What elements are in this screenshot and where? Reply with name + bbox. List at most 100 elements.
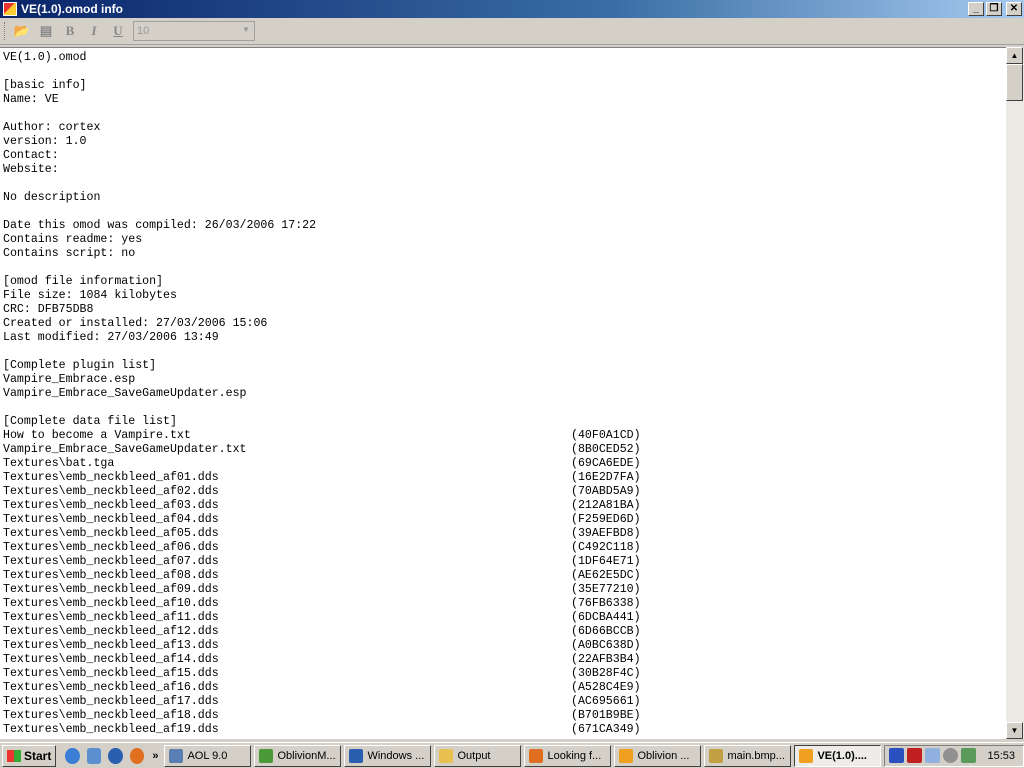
file-name: Textures\emb_neckbleed_af01.dds xyxy=(3,471,219,484)
file-row: Textures\emb_neckbleed_af08.dds (AE62E5DC… xyxy=(3,569,1006,583)
close-button[interactable]: ✕ xyxy=(1006,2,1022,16)
file-crc: (69CA6EDE) xyxy=(571,457,641,470)
text-line: Contains readme: yes xyxy=(3,233,143,246)
text-line: Vampire_Embrace.esp xyxy=(3,373,136,386)
file-crc: (40F0A1CD) xyxy=(571,429,641,442)
file-crc: (35E77210) xyxy=(571,583,641,596)
text-line: [Complete data file list] xyxy=(3,415,177,428)
text-line: Created or installed: 27/03/2006 15:06 xyxy=(3,317,268,330)
open-icon[interactable]: 📂 xyxy=(13,22,31,40)
taskbar-label: VE(1.0).... xyxy=(817,749,867,762)
file-row: Textures\emb_neckbleed_af10.dds (76FB6338… xyxy=(3,597,1006,611)
text-line: Vampire_Embrace_SaveGameUpdater.esp xyxy=(3,387,247,400)
scroll-up-button[interactable]: ▲ xyxy=(1006,47,1023,64)
network-icon[interactable] xyxy=(889,748,905,763)
file-crc: (B701B9BE) xyxy=(571,709,641,722)
file-row: Textures\emb_neckbleed_af05.dds (39AEFBD8… xyxy=(3,527,1006,541)
outlook-express-icon[interactable] xyxy=(86,747,102,764)
file-name: Textures\emb_neckbleed_af08.dds xyxy=(3,569,219,582)
vertical-scrollbar[interactable]: ▲ ▼ xyxy=(1006,47,1024,739)
text-line xyxy=(3,65,1006,79)
minimize-button[interactable]: _ xyxy=(968,2,984,16)
text-line: VE(1.0).omod xyxy=(3,51,87,64)
file-row: Textures\emb_neckbleed_af17.dds (AC695661… xyxy=(3,695,1006,709)
app-icon xyxy=(3,2,17,16)
file-crc: (A0BC638D) xyxy=(571,639,641,652)
taskbar: Start » AOL 9.0 OblivionM... Windows ... Ou… xyxy=(0,742,1024,768)
quicklaunch-more-icon[interactable]: » xyxy=(152,750,158,762)
toolbar-grip xyxy=(4,22,7,40)
window-title: VE(1.0).omod info xyxy=(21,2,123,16)
font-size-select[interactable]: 10 ▼ xyxy=(133,21,255,41)
file-row: Textures\emb_neckbleed_af19.dds (671CA349… xyxy=(3,723,1006,737)
safely-remove-icon[interactable] xyxy=(961,748,977,763)
file-row: Textures\emb_neckbleed_af01.dds (16E2D7FA… xyxy=(3,471,1006,485)
taskbar-button[interactable]: AOL 9.0 xyxy=(164,744,252,767)
app-icon xyxy=(259,748,274,763)
file-name: How to become a Vampire.txt xyxy=(3,429,191,442)
file-name: Textures\emb_neckbleed_af03.dds xyxy=(3,499,219,512)
zonealarm-icon[interactable] xyxy=(907,748,923,763)
chevron-down-icon: ▼ xyxy=(242,25,250,34)
file-crc: (F259ED6D) xyxy=(571,513,641,526)
scroll-thumb[interactable] xyxy=(1006,64,1023,101)
file-crc: (39AEFBD8) xyxy=(571,527,641,540)
text-line: File size: 1084 kilobytes xyxy=(3,289,177,302)
file-crc: (16E2D7FA) xyxy=(571,471,641,484)
taskbar-button[interactable]: OblivionM... xyxy=(254,744,342,767)
taskbar-button[interactable]: Output xyxy=(434,744,522,767)
taskbar-button[interactable]: VE(1.0).... xyxy=(794,744,882,767)
taskbar-label: main.bmp... xyxy=(727,749,785,762)
media-player-icon[interactable] xyxy=(108,747,123,764)
display-icon[interactable] xyxy=(925,748,941,763)
file-name: Textures\emb_neckbleed_af06.dds xyxy=(3,541,219,554)
taskbar-label: Windows ... xyxy=(367,749,425,762)
text-line: No description xyxy=(3,191,101,204)
clock: 15:53 xyxy=(987,749,1015,762)
restore-button[interactable]: ❐ xyxy=(986,2,1002,16)
file-name: Textures\emb_neckbleed_af17.dds xyxy=(3,695,219,708)
file-row: Textures\emb_neckbleed_af14.dds (22AFB3B4… xyxy=(3,653,1006,667)
file-crc: (212A81BA) xyxy=(571,499,641,512)
taskbar-label: Oblivion ... xyxy=(637,749,690,762)
app-icon xyxy=(619,748,634,763)
taskbar-button[interactable]: Oblivion ... xyxy=(614,744,702,767)
file-row: Vampire_Embrace_SaveGameUpdater.txt (8B0C… xyxy=(3,443,1006,457)
text-line xyxy=(3,205,1006,219)
file-name: Textures\emb_neckbleed_af09.dds xyxy=(3,583,219,596)
taskbar-button[interactable]: main.bmp... xyxy=(704,744,792,767)
file-row: Textures\emb_neckbleed_af07.dds (1DF64E71… xyxy=(3,555,1006,569)
file-crc: (6DCBA441) xyxy=(571,611,641,624)
taskbar-label: Output xyxy=(457,749,491,762)
taskbar-button[interactable]: Windows ... xyxy=(344,744,432,767)
firefox-icon[interactable] xyxy=(129,747,145,764)
file-row: How to become a Vampire.txt (40F0A1CD) xyxy=(3,429,1006,443)
file-crc: (70ABD5A9) xyxy=(571,485,641,498)
italic-button[interactable]: I xyxy=(85,22,103,40)
taskbar-label: AOL 9.0 xyxy=(187,749,228,762)
file-row: Textures\bat.tga (69CA6EDE) xyxy=(3,457,1006,471)
taskbar-button[interactable]: Looking f... xyxy=(524,744,612,767)
bold-button[interactable]: B xyxy=(61,22,79,40)
text-line: Name: VE xyxy=(3,93,59,106)
internet-explorer-icon[interactable] xyxy=(65,747,80,764)
text-line: Author: cortex xyxy=(3,121,101,134)
file-name: Textures\emb_neckbleed_af15.dds xyxy=(3,667,219,680)
windows-flag-icon xyxy=(7,749,21,762)
app-icon xyxy=(439,748,454,763)
text-line: Date this omod was compiled: 26/03/2006 … xyxy=(3,219,317,232)
file-crc: (C492C118) xyxy=(571,541,641,554)
file-name: Textures\emb_neckbleed_af18.dds xyxy=(3,709,219,722)
file-name: Textures\emb_neckbleed_af13.dds xyxy=(3,639,219,652)
file-name: Textures\emb_neckbleed_af04.dds xyxy=(3,513,219,526)
file-crc: (22AFB3B4) xyxy=(571,653,641,666)
file-row: Textures\emb_neckbleed_af03.dds (212A81BA… xyxy=(3,499,1006,513)
volume-icon[interactable] xyxy=(943,748,959,763)
file-row: Textures\emb_neckbleed_af13.dds (A0BC638D… xyxy=(3,639,1006,653)
info-text-area[interactable]: VE(1.0).omod [basic info] Name: VE Author: … xyxy=(0,47,1006,739)
document-icon[interactable]: ▤ xyxy=(37,22,55,40)
scroll-down-button[interactable]: ▼ xyxy=(1006,722,1023,739)
underline-button[interactable]: U xyxy=(109,22,127,40)
start-button[interactable]: Start xyxy=(2,744,57,767)
file-name: Textures\emb_neckbleed_af11.dds xyxy=(3,611,219,624)
